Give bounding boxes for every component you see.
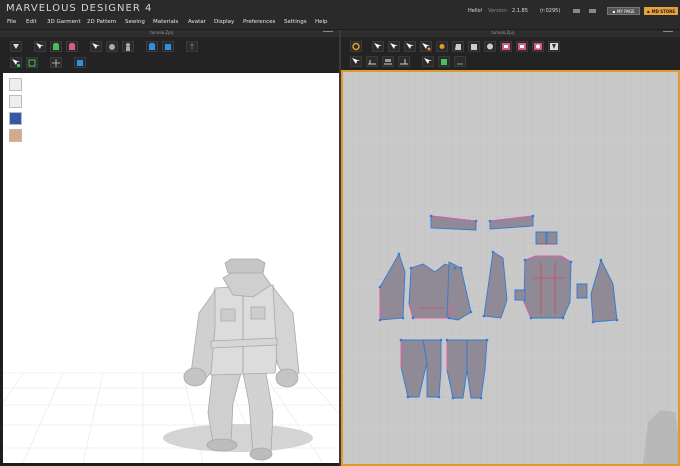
menu-help[interactable]: Help (315, 19, 328, 25)
avatar-icon[interactable] (122, 41, 134, 52)
menu-3d-garment[interactable]: 3D Garment (47, 19, 81, 25)
user-icon: ▪ (612, 8, 616, 14)
grain-icon[interactable] (438, 56, 450, 67)
right-panel-window-icon[interactable] (663, 31, 673, 35)
edit-curve-icon[interactable] (404, 41, 416, 52)
my-page-label: MY PAGE (617, 8, 635, 14)
shirt-edit-icon[interactable] (66, 41, 78, 52)
circle-icon[interactable] (484, 41, 496, 52)
left-toolbar (0, 37, 339, 73)
version-label: Version: (488, 8, 509, 14)
app-title: MARVELOUS DESIGNER 4 (6, 3, 153, 14)
avatar-pose-icon[interactable] (9, 95, 22, 108)
segment-sewing-icon[interactable] (350, 56, 362, 67)
avatar-display-icon[interactable] (9, 78, 22, 91)
free-sewing-icon[interactable] (366, 56, 378, 67)
tack-icon[interactable] (26, 57, 38, 68)
menu-settings[interactable]: Settings (284, 19, 307, 25)
2d-pattern-viewport[interactable] (341, 70, 680, 466)
menu-preferences[interactable]: Preferences (243, 19, 275, 25)
check-sewing-icon[interactable] (398, 56, 410, 67)
version-number: 2.1.85 (512, 8, 528, 14)
pattern-piece[interactable] (546, 231, 558, 245)
pattern-piece[interactable] (523, 255, 572, 319)
add-point-icon[interactable] (420, 41, 432, 52)
menu-display[interactable]: Display (214, 19, 234, 25)
md-store-button[interactable]: ▪ MD STORE (644, 7, 678, 15)
left-panel-header: turnelo.Zprj (0, 30, 339, 37)
edit-sewing-icon[interactable] (382, 56, 394, 67)
pattern-canvas (343, 72, 678, 464)
fit-icon[interactable] (454, 56, 466, 67)
left-panel-title: turnelo.Zprj (150, 30, 174, 35)
left-panel-window-icon[interactable] (323, 31, 333, 35)
menu-bar: File Edit 3D Garment 2D Pattern Sewing M… (0, 17, 680, 29)
internal-circle-icon[interactable] (532, 41, 544, 52)
pattern-piece[interactable] (535, 231, 547, 245)
menu-avatar[interactable]: Avatar (188, 19, 206, 25)
fold-icon[interactable] (106, 41, 118, 52)
md-store-label: MD STORE (651, 8, 676, 14)
build-number: (r:0295) (540, 8, 561, 14)
select-move-icon[interactable] (34, 41, 46, 52)
my-page-button[interactable]: ▪ MY PAGE (607, 7, 640, 15)
polygon-icon[interactable] (452, 41, 464, 52)
sync-icon[interactable] (350, 41, 362, 52)
menu-edit[interactable]: Edit (26, 19, 37, 25)
3d-scene (3, 258, 339, 463)
internal-polygon-icon[interactable] (500, 41, 512, 52)
fold-point-icon[interactable] (436, 41, 448, 52)
internal-rectangle-icon[interactable] (516, 41, 528, 52)
title-bar: MARVELOUS DESIGNER 4 Hello! Version: 2.1… (0, 0, 680, 17)
dart-icon[interactable] (548, 41, 560, 52)
select-mesh-icon[interactable] (90, 41, 102, 52)
rectangle-icon[interactable] (468, 41, 480, 52)
pattern-piece[interactable] (514, 289, 526, 301)
greeting-text: Hello! (468, 8, 483, 14)
edit-point-icon[interactable] (388, 41, 400, 52)
menu-materials[interactable]: Materials (153, 19, 178, 25)
menu-file[interactable]: File (7, 19, 16, 25)
texture-icon[interactable] (74, 57, 86, 68)
right-toolbar (341, 37, 680, 70)
right-panel-title: turnelo.Zprj (491, 30, 515, 35)
cloud-icon[interactable] (573, 9, 580, 13)
transform-icon[interactable] (10, 57, 22, 68)
arrow-down-icon[interactable] (10, 41, 22, 52)
pin-icon[interactable] (186, 41, 198, 52)
menu-2d-pattern[interactable]: 2D Pattern (87, 19, 116, 25)
garment-blue-2-icon[interactable] (162, 41, 174, 52)
transform-pattern-icon[interactable] (372, 41, 384, 52)
3d-viewport[interactable] (3, 73, 339, 463)
simulate-shirt-icon[interactable] (50, 41, 62, 52)
measure-icon[interactable] (50, 57, 62, 68)
garment-blue-icon[interactable] (146, 41, 158, 52)
avatar-skin-icon[interactable] (9, 129, 22, 142)
texture-view-icon[interactable] (9, 112, 22, 125)
pattern-piece[interactable] (576, 283, 588, 299)
settings-icon[interactable] (589, 9, 596, 13)
avatar-shadow (163, 424, 313, 452)
right-panel-header: turnelo.Zprj (341, 30, 680, 37)
cart-icon: ▪ (646, 8, 650, 14)
texture-edit-icon[interactable] (422, 56, 434, 67)
menu-sewing[interactable]: Sewing (125, 19, 145, 25)
